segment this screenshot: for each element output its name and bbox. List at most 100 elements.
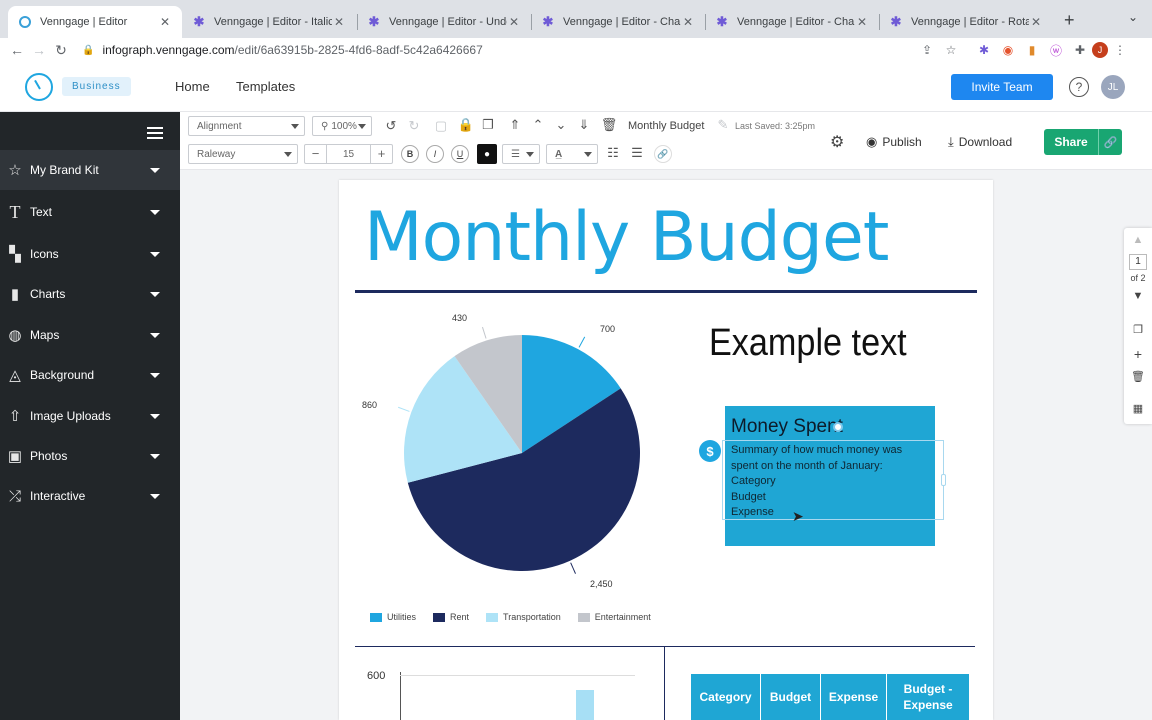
- duplicate-page-icon[interactable]: ❐: [1124, 323, 1152, 336]
- tab-search-chevron-icon[interactable]: ⌄: [1128, 10, 1138, 24]
- font-size-stepper[interactable]: − 15 +: [304, 144, 393, 164]
- bold-button[interactable]: B: [401, 145, 419, 163]
- settings-gear-icon[interactable]: ⚙: [830, 132, 844, 152]
- send-to-back-icon[interactable]: ⇓: [575, 117, 593, 133]
- back-arrow-icon[interactable]: ←: [6, 42, 28, 58]
- sidebar-item-charts[interactable]: ▮ Charts: [0, 274, 180, 314]
- design-canvas[interactable]: Monthly Budget 430 700 860 2,450 Utiliti…: [339, 180, 993, 720]
- extensions-puzzle-icon[interactable]: ✚: [1071, 41, 1089, 59]
- text-effects-select[interactable]: A̲: [546, 144, 598, 164]
- delete-page-icon[interactable]: 🗑: [1124, 370, 1152, 383]
- add-page-icon[interactable]: +: [1124, 346, 1152, 362]
- hamburger-menu-icon[interactable]: [147, 124, 163, 142]
- download-button[interactable]: ⤓ Download: [948, 134, 1012, 150]
- canvas-title[interactable]: Monthly Budget: [364, 198, 889, 277]
- help-icon[interactable]: ?: [1069, 77, 1089, 97]
- pie-chart[interactable]: [339, 300, 669, 610]
- font-size-value[interactable]: 15: [327, 149, 370, 160]
- browser-tab[interactable]: ✱ Venngage | Editor - Change ✕: [531, 6, 705, 38]
- close-icon[interactable]: ✕: [158, 15, 172, 29]
- share-page-icon[interactable]: ⇪: [918, 41, 936, 59]
- page-count: of 2: [1130, 273, 1146, 283]
- sidebar-item-background[interactable]: ◬ Background: [0, 355, 180, 395]
- forward-arrow-icon[interactable]: →: [28, 42, 50, 58]
- bulleted-list-icon[interactable]: ☰: [628, 145, 646, 161]
- bookmark-star-icon[interactable]: ☆: [942, 41, 960, 59]
- invite-team-button[interactable]: Invite Team: [951, 74, 1053, 100]
- caret-down-icon: [284, 152, 292, 157]
- duplicate-icon[interactable]: ❐: [479, 117, 497, 133]
- resize-handle[interactable]: [941, 474, 946, 486]
- table-header-budget[interactable]: Budget: [761, 674, 821, 720]
- browser-tab-active[interactable]: Venngage | Editor ✕: [8, 6, 182, 38]
- zoom-select[interactable]: ⚲ 100%: [312, 116, 372, 136]
- sidebar-item-icons[interactable]: ▚ Icons: [0, 234, 180, 274]
- nav-home-link[interactable]: Home: [175, 79, 210, 94]
- close-icon[interactable]: ✕: [855, 15, 869, 29]
- money-spent-title[interactable]: Money Spent: [731, 416, 843, 438]
- close-icon[interactable]: ✕: [1029, 15, 1043, 29]
- url-field[interactable]: 🔒 infograph.venngage.com/edit/6a63915b-2…: [82, 43, 483, 57]
- budget-table[interactable]: Category Budget Expense Budget - Expense: [691, 674, 969, 720]
- browser-tab[interactable]: ✱ Venngage | Editor - Italicize ✕: [182, 6, 356, 38]
- browser-tab[interactable]: ✱ Venngage | Editor - Rotate ✕: [879, 6, 1053, 38]
- close-icon[interactable]: ✕: [507, 15, 521, 29]
- example-text[interactable]: Example text: [709, 322, 907, 365]
- table-header-expense[interactable]: Expense: [821, 674, 887, 720]
- user-avatar[interactable]: JL: [1101, 75, 1125, 99]
- venngage-logo-icon[interactable]: [25, 73, 53, 101]
- send-backward-icon[interactable]: ⌄: [552, 117, 570, 133]
- increase-size-icon[interactable]: +: [370, 145, 392, 163]
- share-button[interactable]: Share 🔗: [1044, 129, 1122, 155]
- table-header-category[interactable]: Category: [691, 674, 761, 720]
- browser-menu-icon[interactable]: ⋮: [1111, 41, 1129, 59]
- lock-icon[interactable]: 🔒: [457, 117, 475, 133]
- sidebar-item-maps[interactable]: ◍ Maps: [0, 315, 180, 355]
- reload-icon[interactable]: ↻: [50, 42, 72, 59]
- text-color-drop-icon[interactable]: ●: [477, 144, 497, 164]
- browser-tab[interactable]: ✱ Venngage | Editor - Change ✕: [705, 6, 879, 38]
- trash-icon[interactable]: 🗑: [600, 117, 618, 133]
- nav-templates-link[interactable]: Templates: [236, 79, 295, 94]
- sidebar-item-interactive[interactable]: ⤮ Interactive: [0, 476, 180, 516]
- table-header-budget-minus-expense[interactable]: Budget - Expense: [887, 674, 969, 720]
- profile-avatar[interactable]: J: [1092, 42, 1108, 58]
- bring-forward-icon[interactable]: ⌃: [529, 117, 547, 133]
- page-grid-icon[interactable]: ▦: [1124, 402, 1152, 415]
- text-align-select[interactable]: ☰: [502, 144, 540, 164]
- undo-icon[interactable]: ↺: [382, 118, 400, 134]
- extension-w-icon[interactable]: ⓦ: [1047, 41, 1065, 59]
- bar-chart-bar[interactable]: [576, 690, 594, 720]
- decrease-size-icon[interactable]: −: [305, 145, 327, 163]
- page-up-icon[interactable]: ▲: [1124, 234, 1152, 246]
- bring-to-front-icon[interactable]: ⇑: [506, 117, 524, 133]
- redo-icon[interactable]: ↻: [405, 118, 423, 134]
- sidebar-item-my-brand-kit[interactable]: ☆ My Brand Kit: [0, 150, 180, 190]
- sidebar-item-image-uploads[interactable]: ⇧ Image Uploads: [0, 396, 180, 436]
- url-host: infograph.venngage.com: [102, 43, 235, 57]
- publish-button[interactable]: ◉ Publish: [866, 134, 922, 150]
- share-link-icon[interactable]: 🔗: [1098, 129, 1122, 155]
- browser-tab[interactable]: ✱ Venngage | Editor - Underli ✕: [357, 6, 531, 38]
- crop-icon[interactable]: ▢: [432, 118, 450, 134]
- numbered-list-icon[interactable]: ☷: [604, 145, 622, 161]
- italic-button[interactable]: I: [426, 145, 444, 163]
- extension-venngage-icon[interactable]: ✱: [975, 41, 993, 59]
- close-icon[interactable]: ✕: [681, 15, 695, 29]
- alignment-select[interactable]: Alignment: [188, 116, 305, 136]
- font-family-select[interactable]: Raleway: [188, 144, 298, 164]
- document-name[interactable]: Monthly Budget: [628, 120, 704, 132]
- rotate-handle[interactable]: [833, 422, 843, 432]
- page-down-icon[interactable]: ▼: [1124, 290, 1152, 302]
- underline-button[interactable]: U: [451, 145, 469, 163]
- edit-name-icon[interactable]: ✎: [714, 117, 732, 133]
- dollar-icon[interactable]: $: [699, 440, 721, 462]
- current-page[interactable]: 1: [1129, 254, 1147, 270]
- extension-record-icon[interactable]: ◉: [999, 41, 1017, 59]
- new-tab-plus-icon[interactable]: +: [1064, 10, 1075, 31]
- link-icon[interactable]: 🔗: [654, 145, 672, 163]
- sidebar-item-text[interactable]: T Text: [0, 192, 180, 232]
- extension-cup-icon[interactable]: ▮: [1023, 41, 1041, 59]
- close-icon[interactable]: ✕: [332, 15, 346, 29]
- sidebar-item-photos[interactable]: ▣ Photos: [0, 436, 180, 476]
